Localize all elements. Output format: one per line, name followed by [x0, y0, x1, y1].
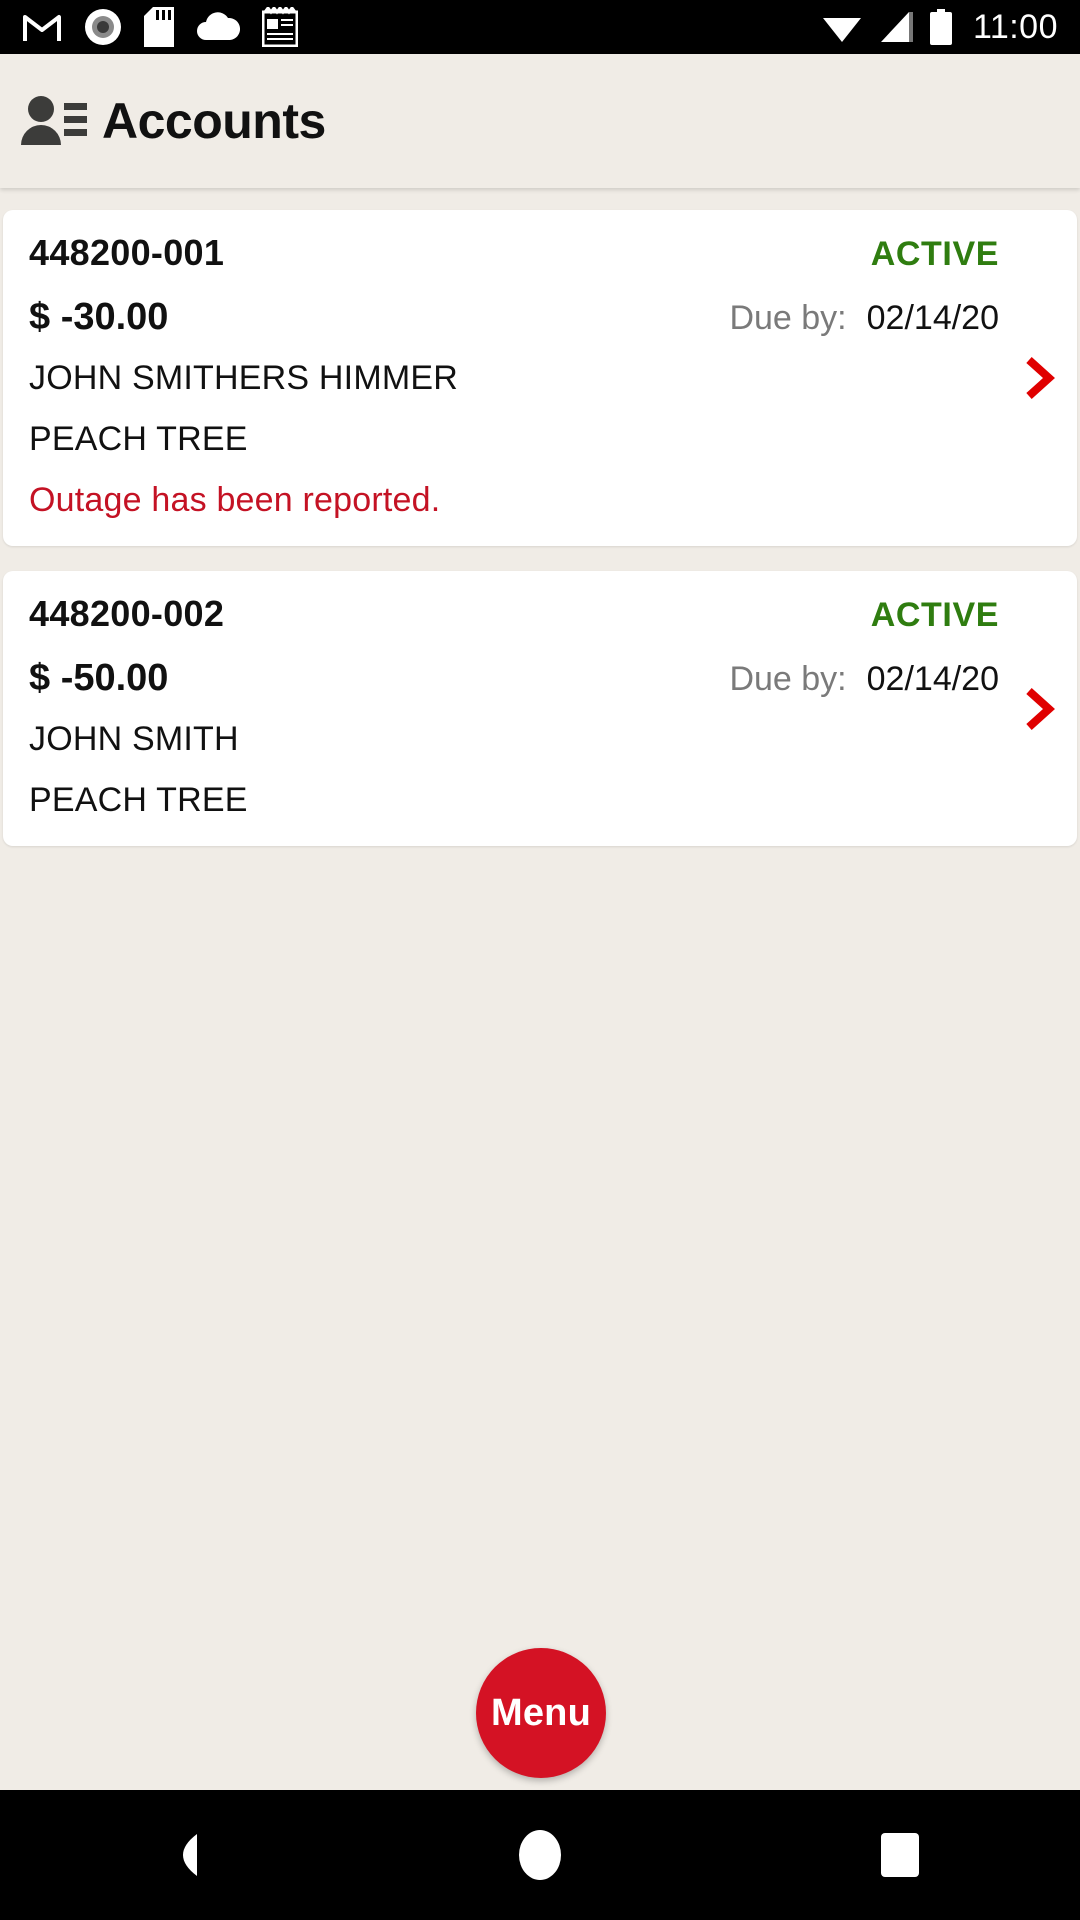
- status-bar-left-icons: [22, 7, 298, 47]
- account-balance: $ -50.00: [29, 657, 169, 699]
- nav-home-button[interactable]: [450, 1790, 630, 1920]
- outage-alert-message: Outage has been reported.: [29, 481, 441, 519]
- app-header: Accounts: [0, 54, 1080, 188]
- home-circle-icon: [519, 1830, 561, 1880]
- nav-recents-button[interactable]: [810, 1790, 990, 1920]
- accounts-list: 448200-001 ACTIVE $ -30.00 Due by: 02/14…: [0, 188, 1080, 1790]
- due-date-label: Due by:: [729, 299, 847, 337]
- due-date-group: Due by: 02/14/20: [729, 660, 1051, 699]
- notepad-icon: [262, 7, 298, 47]
- record-icon: [85, 9, 121, 45]
- due-date-group: Due by: 02/14/20: [729, 299, 1051, 338]
- battery-icon: [929, 9, 952, 45]
- service-address: PEACH TREE: [29, 420, 248, 458]
- menu-fab-button[interactable]: Menu: [476, 1648, 606, 1778]
- service-address: PEACH TREE: [29, 781, 248, 819]
- gmail-icon: [23, 15, 61, 41]
- status-badge: ACTIVE: [870, 235, 999, 273]
- recents-square-icon: [881, 1833, 919, 1877]
- account-number: 448200-001: [29, 232, 225, 273]
- sd-card-icon: [144, 7, 174, 47]
- contacts-icon: [21, 96, 87, 145]
- account-card-header-row: 448200-001 ACTIVE: [29, 232, 1051, 274]
- back-triangle-icon: [183, 1834, 197, 1876]
- status-bar-right-icons: 11:00: [821, 8, 1058, 47]
- due-date-value: 02/14/20: [866, 660, 999, 698]
- due-date-label: Due by:: [729, 660, 847, 698]
- status-bar: 11:00: [0, 0, 1080, 54]
- android-nav-bar: [0, 1790, 1080, 1920]
- status-bar-clock: 11:00: [972, 7, 1058, 46]
- account-card-amount-row: $ -30.00 Due by: 02/14/20: [29, 274, 1051, 339]
- due-date-value: 02/14/20: [866, 299, 999, 337]
- chevron-right-icon[interactable]: [1021, 687, 1055, 731]
- status-badge: ACTIVE: [870, 596, 999, 634]
- wifi-icon: [822, 18, 861, 42]
- account-card-header-row: 448200-002 ACTIVE: [29, 593, 1051, 635]
- menu-fab-label: Menu: [490, 1691, 591, 1734]
- page-title: Accounts: [102, 93, 326, 149]
- account-balance: $ -30.00: [29, 296, 169, 338]
- account-card[interactable]: 448200-001 ACTIVE $ -30.00 Due by: 02/14…: [3, 210, 1077, 546]
- account-card[interactable]: 448200-002 ACTIVE $ -50.00 Due by: 02/14…: [3, 571, 1077, 846]
- account-card-amount-row: $ -50.00 Due by: 02/14/20: [29, 635, 1051, 700]
- cell-signal-icon: [880, 12, 913, 42]
- nav-back-button[interactable]: [90, 1790, 270, 1920]
- customer-name: JOHN SMITHERS HIMMER: [29, 359, 458, 397]
- cloud-icon: [197, 12, 240, 40]
- chevron-right-icon[interactable]: [1021, 356, 1055, 400]
- customer-name: JOHN SMITH: [29, 720, 239, 758]
- account-number: 448200-002: [29, 593, 225, 634]
